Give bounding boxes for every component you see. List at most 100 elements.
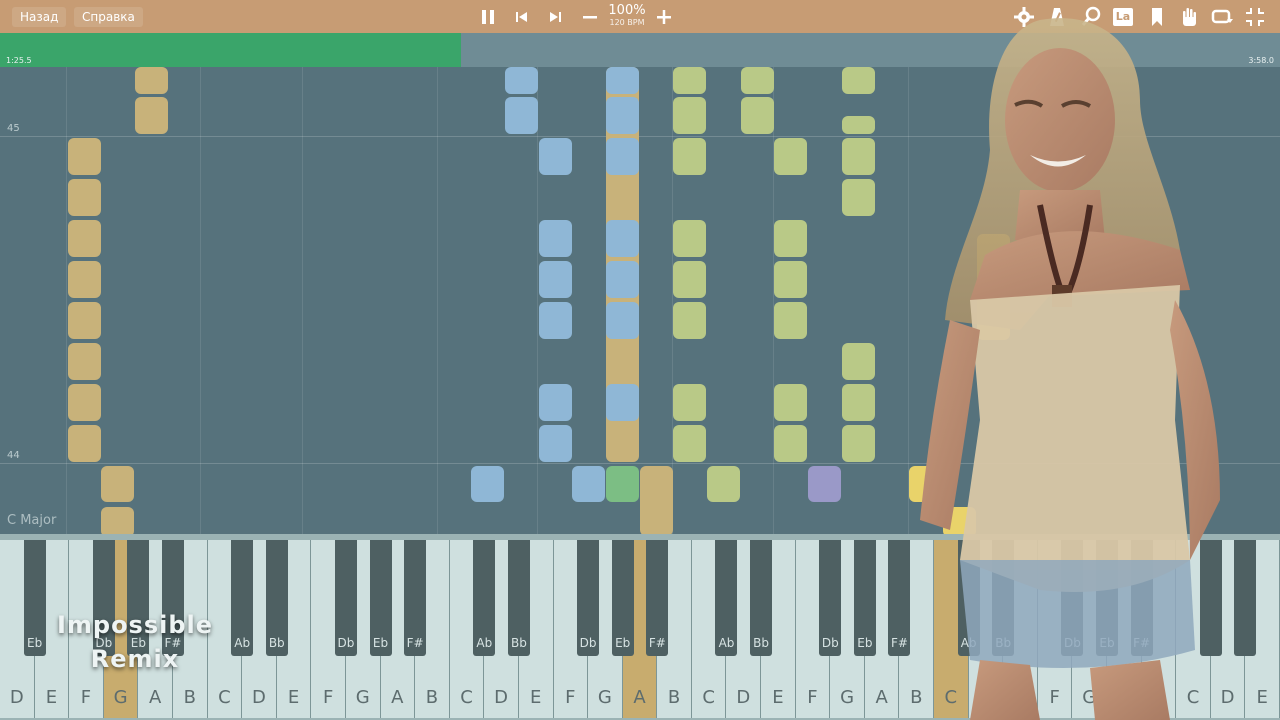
note	[101, 507, 134, 534]
piano-roll: 45 44 C Major	[0, 67, 1280, 534]
help-button[interactable]: Справка	[74, 7, 143, 27]
timeline-scrubber[interactable]: 1:25.5 3:58.0	[0, 33, 1280, 67]
note	[68, 261, 101, 298]
note	[842, 343, 875, 380]
collapse-icon[interactable]	[1243, 5, 1267, 29]
next-icon[interactable]	[543, 5, 567, 29]
note-name-icon[interactable]: La	[1111, 5, 1135, 29]
bookmark-icon[interactable]	[1145, 5, 1169, 29]
current-time: 1:25.5	[6, 56, 32, 65]
black-key[interactable]: Bb	[265, 540, 288, 656]
note	[673, 302, 706, 339]
note	[673, 220, 706, 257]
previous-icon[interactable]	[510, 5, 534, 29]
white-key-label: B	[425, 687, 439, 708]
note-name-label: La	[1115, 10, 1131, 23]
black-key[interactable]: Bb	[750, 540, 773, 656]
note	[842, 116, 875, 134]
black-key[interactable]	[1199, 540, 1222, 656]
pause-icon[interactable]	[476, 5, 500, 29]
white-key-label: E	[1014, 687, 1026, 708]
white-key-label: C	[460, 687, 473, 708]
white-key-label: G	[840, 687, 855, 708]
white-key-label: B	[183, 687, 196, 708]
black-key[interactable]: Ab	[957, 540, 980, 656]
note	[606, 261, 639, 298]
black-key-label: Eb	[857, 636, 873, 650]
settings-icon[interactable]	[1012, 5, 1036, 29]
white-key-label: F	[807, 687, 818, 708]
black-key-label: Bb	[995, 636, 1012, 650]
note	[774, 220, 807, 257]
white-key-label: G	[113, 687, 128, 708]
measure-line	[0, 136, 1280, 137]
white-key-label: C	[218, 687, 231, 708]
white-key-label: E	[1256, 687, 1268, 708]
black-key-label: Ab	[960, 636, 977, 650]
piano-roll-app: Назад Справка 100% 120 BPM La 1:25.5 3:5…	[0, 0, 1280, 720]
black-key[interactable]	[1234, 540, 1257, 656]
toolbar: Назад Справка 100% 120 BPM La	[0, 0, 1280, 33]
black-key-label: Bb	[510, 636, 527, 650]
black-key[interactable]: Db	[819, 540, 842, 656]
measure-line	[0, 463, 1280, 464]
search-icon[interactable]	[1079, 5, 1103, 29]
note	[741, 67, 774, 94]
white-key-label: A	[391, 687, 404, 708]
metronome-icon[interactable]	[1045, 5, 1069, 29]
black-key[interactable]: Bb	[507, 540, 530, 656]
white-key-label: C	[1186, 687, 1200, 708]
note	[539, 425, 572, 462]
note	[539, 138, 572, 175]
white-key-label: D	[9, 687, 24, 708]
black-key[interactable]: F#	[888, 540, 911, 656]
note	[673, 384, 706, 421]
black-key-label: Eb	[372, 636, 389, 650]
black-key[interactable]: F#	[404, 540, 427, 656]
zoom-in-icon[interactable]	[652, 5, 676, 29]
black-key-label: F#	[1133, 636, 1151, 650]
black-key[interactable]: F#	[1130, 540, 1153, 656]
back-button[interactable]: Назад	[12, 7, 67, 27]
note	[101, 466, 134, 502]
white-key-label: F	[80, 687, 92, 708]
note	[68, 384, 101, 421]
black-key-label: Db	[1063, 636, 1081, 650]
white-key-label: A	[633, 687, 646, 708]
black-key[interactable]: Bb	[992, 540, 1015, 656]
note	[606, 97, 639, 134]
black-key[interactable]: Eb	[853, 540, 876, 656]
note	[707, 466, 740, 502]
note	[909, 466, 942, 502]
note	[673, 97, 706, 134]
white-key-label: A	[1117, 687, 1130, 708]
key-signature: C Major	[7, 513, 57, 528]
black-key[interactable]: Ab	[473, 540, 496, 656]
black-key-label: Bb	[753, 636, 769, 650]
white-key-label: D	[736, 687, 751, 708]
hand-icon[interactable]	[1177, 5, 1201, 29]
black-key[interactable]: Db	[1061, 540, 1084, 656]
black-key[interactable]: Eb	[611, 540, 634, 656]
loop-icon[interactable]	[1210, 5, 1234, 29]
black-key[interactable]: Eb	[1096, 540, 1119, 656]
note	[135, 97, 168, 134]
note	[606, 138, 639, 175]
note	[572, 466, 605, 502]
white-key-label: D	[1220, 687, 1235, 708]
note	[774, 425, 807, 462]
white-key-label: E	[530, 687, 542, 708]
black-key[interactable]: Ab	[715, 540, 738, 656]
note	[640, 466, 673, 534]
black-key[interactable]: Db	[334, 540, 357, 656]
note	[808, 466, 841, 502]
black-key[interactable]: F#	[646, 540, 669, 656]
black-key-label: Ab	[476, 636, 493, 650]
note	[842, 67, 875, 94]
note	[606, 302, 639, 339]
zoom-level: 100%	[608, 3, 646, 18]
video-title-overlay: Impossible Remix	[30, 608, 240, 676]
black-key[interactable]: Eb	[369, 540, 392, 656]
black-key[interactable]: Db	[577, 540, 600, 656]
zoom-out-icon[interactable]	[578, 5, 602, 29]
